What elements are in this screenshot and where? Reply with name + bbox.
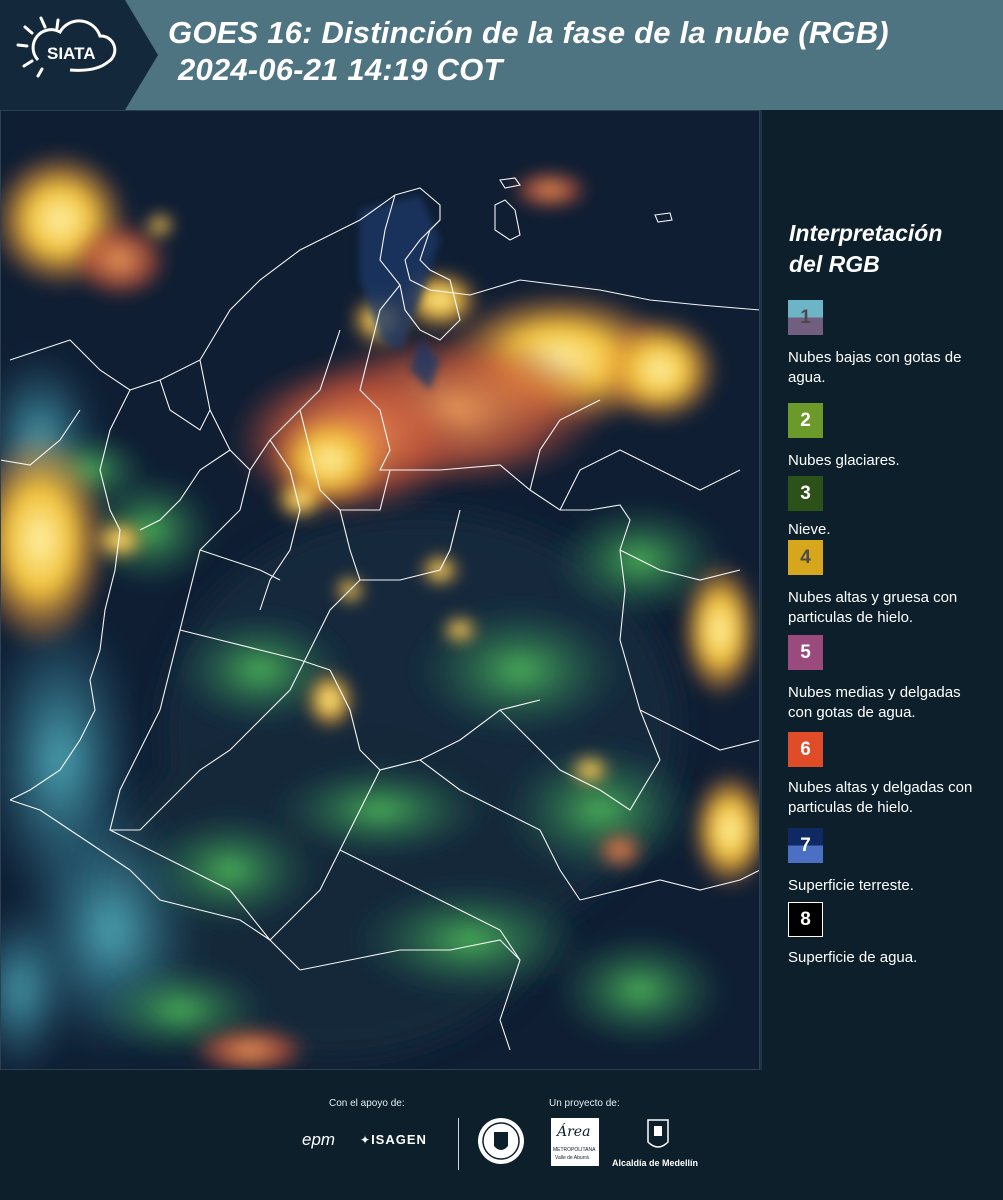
legend-label-1: Nubes bajas con gotas de agua. [788, 349, 962, 386]
isagen-icon: ✦ [360, 1133, 372, 1147]
legend-title-line-2: del RGB [789, 251, 880, 277]
isagen-logo: ✦ISAGEN [360, 1132, 427, 1147]
legend-number-2: 2 [800, 410, 811, 431]
area-logo-sub1: METROPOLITANA [553, 1147, 596, 1153]
legend-swatch-2: 2 [788, 403, 823, 438]
title-line-1: GOES 16: Distinción de la fase de la nub… [168, 15, 889, 50]
legend-label-7: Superficie terreste. [788, 877, 914, 894]
title-timestamp: 2024-06-21 14:19 COT [178, 52, 503, 87]
university-seal-icon [478, 1118, 524, 1164]
page-title: GOES 16: Distinción de la fase de la nub… [168, 14, 889, 88]
footer-separator [458, 1118, 459, 1170]
satellite-rgb-map [0, 110, 760, 1070]
legend-label-5: Nubes medias y delgadas con gotas de agu… [788, 684, 961, 721]
legend-swatch-6: 6 [788, 732, 823, 767]
siata-logo-text: SIATA [47, 44, 96, 63]
project-label: Un proyecto de: [549, 1098, 620, 1109]
siata-logo: SIATA [0, 0, 158, 110]
area-logo-text: Área [557, 1124, 591, 1140]
legend-swatch-1: 1 [788, 300, 823, 335]
epm-logo: epm [302, 1130, 336, 1149]
legend-label-4: Nubes altas y gruesa con particulas de h… [788, 589, 958, 626]
legend-title: Interpretación del RGB [789, 218, 942, 280]
footer: Con el apoyo de: Un proyecto de: epm ✦IS… [0, 1070, 1003, 1200]
isagen-text: ISAGEN [371, 1132, 427, 1147]
panel-divider [760, 110, 762, 1070]
legend-swatch-7: 7 [788, 828, 823, 863]
legend-number-6: 6 [800, 739, 811, 760]
legend-swatch-5: 5 [788, 635, 823, 670]
header: SIATA GOES 16: Distinción de la fase de … [0, 0, 1003, 110]
legend-number-1: 1 [800, 307, 811, 328]
area-logo-sub2: Valle de Aburrá [555, 1155, 589, 1161]
support-label: Con el apoyo de: [329, 1098, 405, 1109]
legend-label-6: Nubes altas y delgadas con particulas de… [788, 779, 973, 816]
legend-swatch-4: 4 [788, 540, 823, 575]
alcaldia-text: Alcaldía de Medellín [612, 1158, 699, 1168]
legend-swatch-3: 3 [788, 476, 823, 511]
alcaldia-shield-icon [647, 1119, 669, 1148]
legend-number-5: 5 [800, 642, 811, 663]
area-metropolitana-logo: Área METROPOLITANA Valle de Aburrá [551, 1118, 599, 1166]
legend-panel: Interpretación del RGB 1 Nubes bajas con … [770, 110, 1003, 1070]
legend-label-3: Nieve. [788, 521, 831, 538]
legend-label-2: Nubes glaciares. [788, 452, 900, 469]
legend-number-4: 4 [800, 547, 811, 568]
legend-number-7: 7 [800, 835, 811, 856]
legend-swatch-8: 8 [788, 902, 823, 937]
legend-number-3: 3 [800, 483, 811, 504]
legend-label-8: Superficie de agua. [788, 949, 918, 966]
legend-number-8: 8 [800, 909, 811, 930]
legend-title-line-1: Interpretación [789, 220, 943, 246]
